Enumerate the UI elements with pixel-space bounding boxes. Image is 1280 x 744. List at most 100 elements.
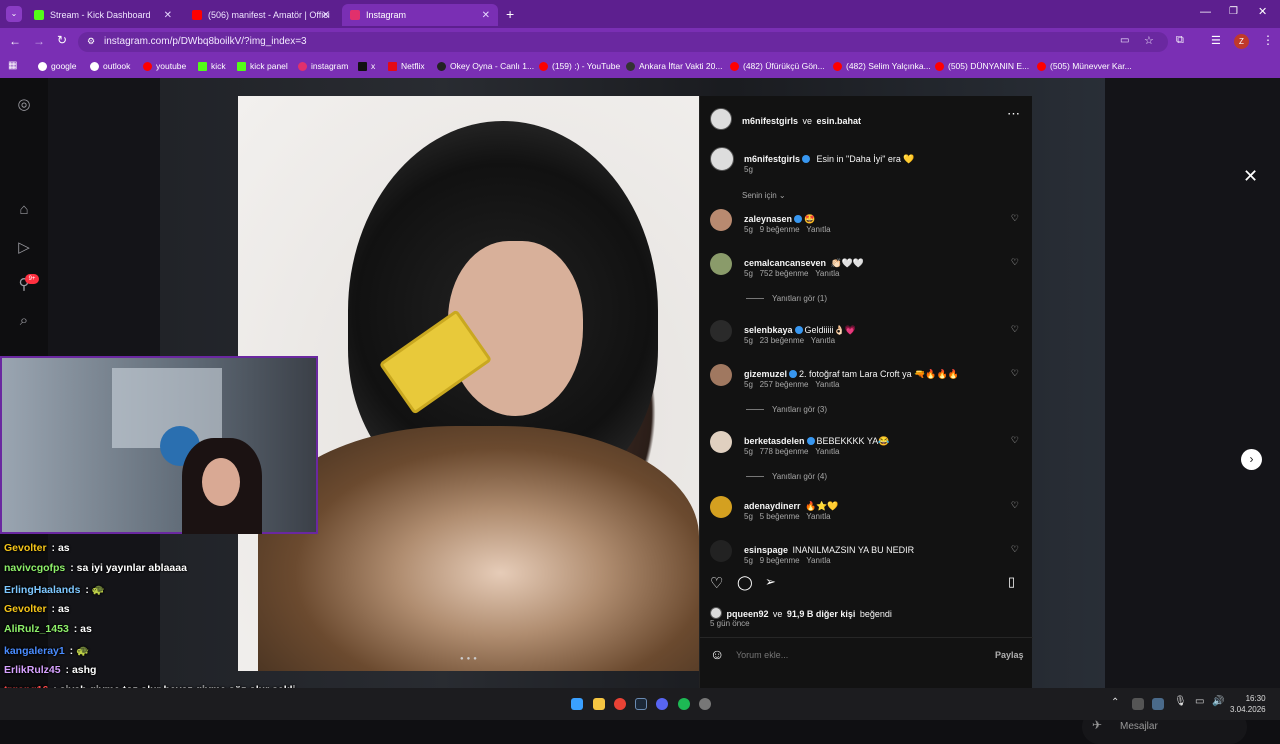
- tray-steam-icon[interactable]: [1152, 698, 1164, 710]
- commenter-username[interactable]: selenbkaya: [744, 325, 793, 335]
- extensions-icon[interactable]: ⧉: [1176, 34, 1184, 47]
- comment-like-icon[interactable]: ♡: [1011, 257, 1019, 268]
- chat-username[interactable]: Gevolter: [4, 603, 47, 615]
- chrome-icon[interactable]: [614, 698, 626, 710]
- bookmark-iftar[interactable]: Ankara İftar Vakti 20...: [626, 61, 722, 71]
- bookmark-youtube-159[interactable]: (159) :) - YouTube: [539, 61, 620, 71]
- comment-like-icon[interactable]: ♡: [1011, 435, 1019, 446]
- comment-like-icon[interactable]: ♡: [1011, 500, 1019, 511]
- bookmark-okey[interactable]: Okey Oyna - Canlı 1...: [437, 61, 534, 71]
- cast-icon[interactable]: ▭: [1120, 35, 1129, 46]
- reply-button[interactable]: Yanıtla: [811, 336, 835, 345]
- reply-button[interactable]: Yanıtla: [806, 225, 830, 234]
- close-window-icon[interactable]: ✕: [1258, 5, 1267, 18]
- site-info-icon[interactable]: ⚙: [87, 36, 95, 47]
- commenter-username[interactable]: esinspage: [744, 545, 788, 555]
- bookmark-outlook[interactable]: outlook: [90, 61, 130, 71]
- reels-icon[interactable]: ▷: [14, 238, 34, 258]
- commenter-avatar[interactable]: [710, 320, 732, 342]
- tab-youtube[interactable]: (506) manifest - Amatör | Offici ✕: [184, 4, 338, 26]
- reply-button[interactable]: Yanıtla: [815, 380, 839, 389]
- search-icon[interactable]: ⌕: [14, 312, 34, 332]
- chat-username[interactable]: AliRulz_1453: [4, 623, 69, 635]
- close-icon[interactable]: ✕: [1243, 166, 1258, 187]
- author-username[interactable]: m6nifestgirls: [742, 116, 798, 126]
- comment-likes[interactable]: 9 beğenme: [760, 225, 800, 234]
- home-icon[interactable]: ⌂: [14, 201, 34, 221]
- tray-app-icon[interactable]: [1132, 698, 1144, 710]
- comment-likes[interactable]: 752 beğenme: [760, 269, 809, 278]
- chat-username[interactable]: kangaleray1: [4, 645, 65, 657]
- url-field[interactable]: ⚙ instagram.com/p/DWbq8boilkV/?img_index…: [78, 32, 1168, 52]
- commenter-username[interactable]: cemalcancanseven: [744, 258, 826, 268]
- bookmark-star-icon[interactable]: ☆: [1144, 34, 1154, 47]
- save-icon[interactable]: ▯: [1008, 574, 1015, 590]
- bookmark-kick[interactable]: kick: [198, 61, 226, 71]
- commenter-username[interactable]: zaleynasen: [744, 214, 792, 224]
- more-options-icon[interactable]: ⋯: [1007, 106, 1020, 122]
- author-avatar[interactable]: [710, 108, 732, 130]
- comment-likes[interactable]: 23 beğenme: [760, 336, 804, 345]
- steam-icon[interactable]: [635, 698, 647, 710]
- chat-username[interactable]: ErlikRulz45: [4, 664, 61, 676]
- commenter-avatar[interactable]: [710, 431, 732, 453]
- chat-username[interactable]: Gevolter: [4, 542, 47, 554]
- close-tab-icon[interactable]: ✕: [164, 10, 172, 21]
- collab-username[interactable]: esin.bahat: [816, 116, 861, 126]
- volume-icon[interactable]: 🔊: [1212, 696, 1224, 707]
- bookmark-youtube[interactable]: youtube: [143, 61, 186, 71]
- view-replies-button[interactable]: Yanıtları gör (3): [746, 405, 827, 414]
- media-icon[interactable]: ☰: [1211, 34, 1221, 47]
- commenter-username[interactable]: adenaydinerr: [744, 501, 801, 511]
- post-comment-button[interactable]: Paylaş: [995, 650, 1024, 660]
- emoji-icon[interactable]: ☺: [710, 646, 724, 662]
- bookmark-google[interactable]: google: [38, 61, 77, 71]
- commenter-avatar[interactable]: [710, 364, 732, 386]
- bookmark-netflix[interactable]: Netflix: [388, 61, 425, 71]
- chat-username[interactable]: navivcgofps: [4, 562, 65, 574]
- comment-like-icon[interactable]: ♡: [1011, 324, 1019, 335]
- like-icon[interactable]: ♡: [710, 574, 723, 592]
- apps-grid-icon[interactable]: ▦: [8, 60, 17, 71]
- commenter-avatar[interactable]: [710, 253, 732, 275]
- app-icon[interactable]: [699, 698, 711, 710]
- file-explorer-icon[interactable]: [593, 698, 605, 710]
- reply-button[interactable]: Yanıtla: [815, 269, 839, 278]
- share-icon[interactable]: ➢: [765, 574, 776, 590]
- reply-button[interactable]: Yanıtla: [806, 556, 830, 565]
- comment-likes[interactable]: 778 beğenme: [760, 447, 809, 456]
- comment-likes[interactable]: 5 beğenme: [760, 512, 800, 521]
- comment-filter[interactable]: Senin için ⌄: [742, 191, 786, 200]
- reply-button[interactable]: Yanıtla: [806, 512, 830, 521]
- bookmark-x[interactable]: x: [358, 61, 375, 71]
- view-replies-button[interactable]: Yanıtları gör (1): [746, 294, 827, 303]
- bookmark-kick-panel[interactable]: kick panel: [237, 61, 288, 71]
- forward-icon[interactable]: →: [33, 34, 45, 48]
- network-icon[interactable]: ▭: [1195, 696, 1204, 707]
- reload-icon[interactable]: ↻: [57, 33, 67, 47]
- spotify-icon[interactable]: [678, 698, 690, 710]
- bookmark-youtube-482b[interactable]: (482) Selim Yalçınka...: [833, 61, 931, 71]
- comment-like-icon[interactable]: ♡: [1011, 213, 1019, 224]
- back-icon[interactable]: ←: [9, 34, 21, 48]
- restore-icon[interactable]: ❐: [1229, 6, 1238, 17]
- discord-icon[interactable]: [656, 698, 668, 710]
- tab-list-chevron-icon[interactable]: ⌄: [6, 6, 22, 22]
- chevron-right-icon[interactable]: ›: [1241, 449, 1262, 470]
- new-tab-icon[interactable]: +: [506, 6, 514, 22]
- profile-avatar[interactable]: Z: [1234, 34, 1249, 49]
- close-tab-icon[interactable]: ✕: [482, 10, 490, 21]
- instagram-logo-icon[interactable]: ◎: [14, 95, 34, 115]
- tab-instagram[interactable]: Instagram ✕: [342, 4, 498, 26]
- system-clock[interactable]: 16:30 3.04.2026: [1230, 693, 1266, 715]
- commenter-username[interactable]: gizemuzel: [744, 369, 787, 379]
- bookmark-youtube-482a[interactable]: (482) Üfürükçü Gön...: [730, 61, 825, 71]
- comment-like-icon[interactable]: ♡: [1011, 544, 1019, 555]
- commenter-avatar[interactable]: [710, 209, 732, 231]
- commenter-avatar[interactable]: [710, 540, 732, 562]
- tab-kick[interactable]: Stream - Kick Dashboard ✕: [26, 4, 180, 26]
- bookmark-youtube-505a[interactable]: (505) DÜNYANIN E...: [935, 61, 1029, 71]
- bookmark-youtube-505b[interactable]: (505) Münevver Kar...: [1037, 61, 1132, 71]
- menu-icon[interactable]: ⋮: [1262, 33, 1274, 47]
- bookmark-instagram[interactable]: instagram: [298, 61, 348, 71]
